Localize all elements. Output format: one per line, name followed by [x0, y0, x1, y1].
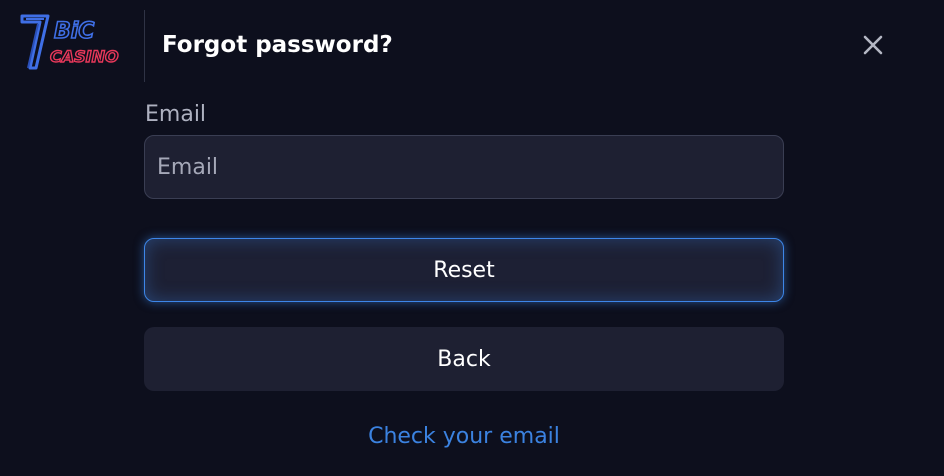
- email-field[interactable]: [144, 135, 784, 199]
- svg-text:BiC: BiC: [54, 19, 94, 44]
- email-label: Email: [145, 102, 207, 127]
- 7bit-casino-logo: BiC CASINO: [20, 14, 120, 70]
- page-title: Forgot password?: [162, 32, 393, 58]
- back-button[interactable]: Back: [144, 327, 784, 391]
- reset-button[interactable]: Reset: [144, 238, 784, 302]
- brand-logo[interactable]: BiC CASINO: [18, 10, 130, 74]
- forgot-password-modal: BiC CASINO Forgot password? Email Reset …: [0, 0, 944, 476]
- close-icon: [863, 35, 883, 55]
- svg-text:CASINO: CASINO: [50, 47, 119, 66]
- check-email-link[interactable]: Check your email: [144, 422, 784, 452]
- header-divider: [144, 10, 145, 82]
- close-button[interactable]: [858, 30, 888, 60]
